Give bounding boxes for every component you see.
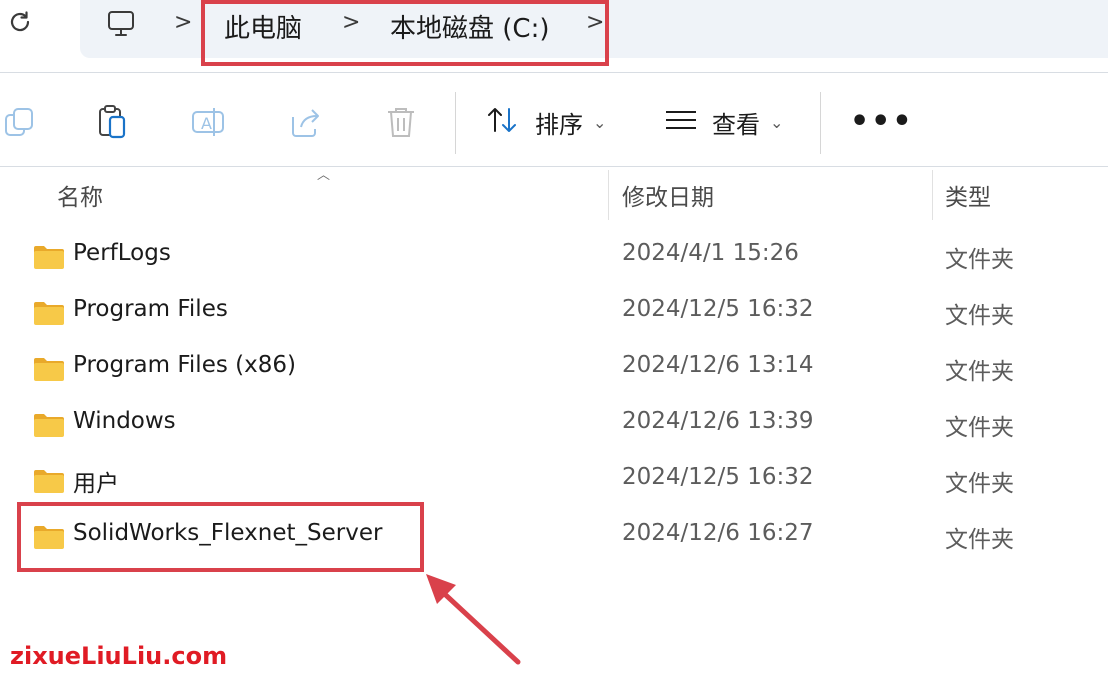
file-row[interactable]: Windows 2024/12/6 13:39 文件夹 <box>0 398 1108 452</box>
sort-ascending-icon: ︿ <box>317 168 331 183</box>
sort-icon <box>485 105 521 139</box>
toolbar-divider <box>820 92 821 154</box>
divider <box>0 72 1108 73</box>
file-type: 文件夹 <box>945 415 1014 441</box>
file-name: PerfLogs <box>73 240 171 266</box>
folder-highlight-box <box>17 502 424 572</box>
file-row[interactable]: Program Files 2024/12/5 16:32 文件夹 <box>0 286 1108 340</box>
file-row[interactable]: Program Files (x86) 2024/12/6 13:14 文件夹 <box>0 342 1108 396</box>
view-button[interactable]: 查看 ⌄ <box>664 100 783 144</box>
folder-icon <box>33 356 65 382</box>
sort-button[interactable]: 排序 ⌄ <box>485 100 606 144</box>
svg-text:A: A <box>201 114 212 133</box>
paste-icon[interactable] <box>95 103 131 141</box>
file-type: 文件夹 <box>945 527 1014 553</box>
folder-icon <box>33 412 65 438</box>
view-list-icon <box>664 108 698 136</box>
file-modified: 2024/12/6 13:39 <box>622 408 814 434</box>
toolbar-divider <box>455 92 456 154</box>
watermark: zixueLiuLiu.com <box>10 642 228 670</box>
sort-label: 排序 <box>535 110 583 139</box>
file-modified: 2024/12/6 13:14 <box>622 352 814 378</box>
copy-icon[interactable] <box>2 103 38 141</box>
chevron-down-icon: ⌄ <box>770 112 784 132</box>
file-name: Program Files <box>73 296 228 322</box>
file-type: 文件夹 <box>945 471 1014 497</box>
breadcrumb-highlight-box <box>201 0 609 66</box>
more-options-icon[interactable]: ••• <box>850 104 914 139</box>
chevron-down-icon: ⌄ <box>593 112 607 132</box>
file-modified: 2024/4/1 15:26 <box>622 240 799 266</box>
file-type: 文件夹 <box>945 359 1014 385</box>
breadcrumb-separator-icon[interactable]: > <box>174 10 192 35</box>
share-icon[interactable] <box>287 103 323 141</box>
column-header-modified[interactable]: 修改日期 <box>622 178 714 212</box>
folder-icon <box>33 300 65 326</box>
column-divider[interactable] <box>608 170 609 220</box>
view-label: 查看 <box>712 110 760 139</box>
this-pc-icon[interactable] <box>106 8 136 38</box>
column-header-type[interactable]: 类型 <box>945 178 991 212</box>
rename-icon[interactable]: A <box>190 103 226 141</box>
column-header-name[interactable]: 名称 <box>57 178 103 212</box>
file-row[interactable]: 用户 2024/12/5 16:32 文件夹 <box>0 454 1108 508</box>
divider <box>0 166 1108 167</box>
file-row[interactable]: PerfLogs 2024/4/1 15:26 文件夹 <box>0 230 1108 284</box>
refresh-icon[interactable] <box>6 8 34 36</box>
folder-icon <box>33 468 65 494</box>
column-divider[interactable] <box>932 170 933 220</box>
file-type: 文件夹 <box>945 247 1014 273</box>
file-name: Windows <box>73 408 176 434</box>
file-name: 用户 <box>73 471 119 497</box>
address-bar-area: > 此电脑 > 本地磁盘 (C:) > <box>0 0 1108 72</box>
file-modified: 2024/12/5 16:32 <box>622 296 814 322</box>
folder-icon <box>33 244 65 270</box>
delete-icon[interactable] <box>383 103 419 141</box>
file-name: Program Files (x86) <box>73 352 296 378</box>
file-modified: 2024/12/6 16:27 <box>622 520 814 546</box>
file-type: 文件夹 <box>945 303 1014 329</box>
file-modified: 2024/12/5 16:32 <box>622 464 814 490</box>
